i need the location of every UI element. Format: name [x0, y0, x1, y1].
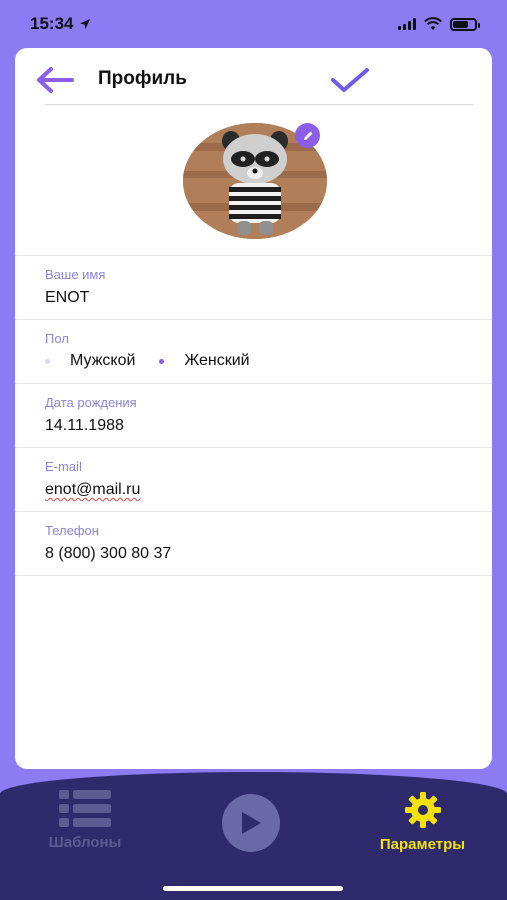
save-button[interactable] [327, 62, 373, 98]
avatar-container [183, 123, 327, 239]
cellular-signal-icon [398, 18, 416, 30]
birthdate-value[interactable]: 14.11.1988 [45, 417, 124, 435]
phone-value[interactable]: 8 (800) 300 80 37 [45, 545, 171, 563]
email-value[interactable]: enot@mail.ru [45, 481, 140, 499]
name-label: Ваше имя [45, 267, 106, 282]
radio-unselected-icon [45, 358, 50, 364]
wifi-icon [424, 17, 442, 30]
checkmark-icon [331, 68, 369, 92]
email-field[interactable]: E-mail enot@mail.ru [15, 447, 492, 511]
gender-label: Пол [45, 331, 69, 346]
pencil-icon [303, 131, 312, 140]
status-icons [398, 17, 480, 31]
gear-icon [404, 792, 441, 828]
play-button[interactable] [222, 794, 280, 852]
gender-option-label: Мужской [70, 352, 136, 369]
radio-selected-icon [159, 358, 165, 364]
header-divider [45, 104, 473, 105]
arrow-left-icon [37, 67, 74, 93]
tab-settings-label: Параметры [379, 836, 466, 853]
gender-option-male[interactable]: Мужской [45, 352, 135, 370]
play-icon [242, 812, 261, 834]
email-label: E-mail [45, 459, 82, 474]
tab-bar: Шаблоны Параметры [0, 772, 507, 900]
field-divider [15, 575, 492, 576]
battery-icon [450, 17, 480, 31]
edit-avatar-button[interactable] [295, 123, 320, 148]
status-bar: 15:34 [0, 0, 507, 48]
location-arrow-icon [80, 19, 91, 29]
tab-templates-label: Шаблоны [48, 834, 122, 851]
list-icon [59, 790, 111, 827]
tab-templates[interactable]: Шаблоны [30, 790, 140, 851]
home-indicator [163, 886, 343, 891]
phone-field[interactable]: Телефон 8 (800) 300 80 37 [15, 511, 492, 575]
birthdate-label: Дата рождения [45, 395, 137, 410]
name-value[interactable]: ENOT [45, 289, 89, 307]
status-time: 15:34 [30, 14, 74, 33]
tab-settings[interactable]: Параметры [360, 790, 485, 853]
name-field[interactable]: Ваше имя ENOT [15, 255, 492, 319]
gender-radio-group: Мужской Женский [45, 352, 250, 370]
phone-label: Телефон [45, 523, 99, 538]
header: Профиль [15, 48, 492, 106]
birthdate-field[interactable]: Дата рождения 14.11.1988 [15, 383, 492, 447]
gender-option-female[interactable]: Женский [159, 352, 250, 370]
status-time-group: 15:34 [30, 14, 91, 34]
play-circle [222, 794, 280, 852]
gender-option-label: Женский [184, 352, 250, 369]
profile-card: Профиль Ваше имя ENOT Пол Мужской Женски… [15, 48, 492, 769]
back-button[interactable] [33, 62, 77, 98]
page-title: Профиль [98, 68, 187, 89]
gender-field: Пол Мужской Женский [15, 319, 492, 383]
